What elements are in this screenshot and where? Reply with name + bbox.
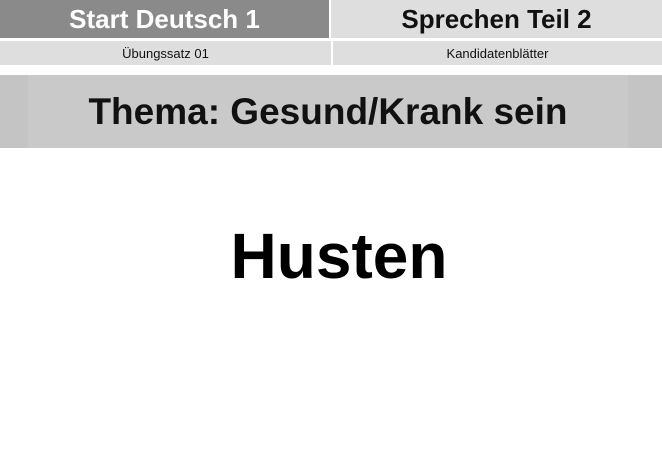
subheader-row: Übungssatz 01 Kandidatenblätter	[0, 41, 662, 65]
section-title: Sprechen Teil 2	[331, 0, 662, 38]
candidate-card: Start Deutsch 1 Sprechen Teil 2 Übungssa…	[0, 0, 662, 462]
sheet-label: Kandidatenblätter	[331, 41, 662, 65]
set-label: Übungssatz 01	[0, 41, 331, 65]
topic-band: Thema: Gesund/Krank sein	[0, 75, 662, 148]
header-row: Start Deutsch 1 Sprechen Teil 2	[0, 0, 662, 38]
exam-title: Start Deutsch 1	[0, 0, 331, 38]
topic-title: Thema: Gesund/Krank sein	[28, 75, 628, 148]
card-word: Husten	[230, 220, 448, 292]
